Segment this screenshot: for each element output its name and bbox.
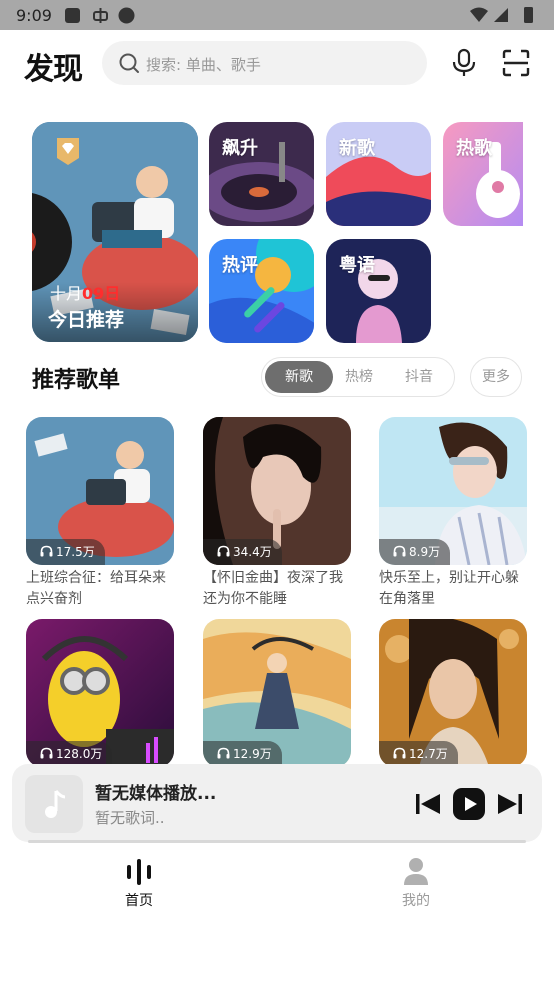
tab-douyin[interactable]: 抖音	[385, 361, 453, 393]
chart-tile-rising[interactable]: 飙升	[209, 122, 314, 226]
headphones-icon	[393, 545, 406, 557]
play-count-value: 128.0万	[56, 747, 103, 761]
playlist-card[interactable]: 8.9万 快乐至上，别让开心躲在角落里	[379, 417, 527, 610]
playlist-card[interactable]: 128.0万	[26, 619, 174, 767]
microphone-icon[interactable]	[450, 48, 478, 78]
search-icon	[119, 53, 139, 73]
chart-tile-new-songs[interactable]: 新歌	[326, 122, 431, 226]
tab-new-songs[interactable]: 新歌	[265, 361, 333, 393]
tile-label: 热评	[222, 255, 258, 276]
user-icon	[404, 858, 428, 885]
play-count-value: 12.9万	[233, 747, 272, 761]
tile-label: 热歌	[456, 138, 492, 159]
status-bar: 9:09	[0, 0, 554, 30]
notification-square-icon	[65, 8, 80, 23]
bug-icon	[93, 8, 108, 23]
daily-title: 今日推荐	[48, 309, 125, 331]
scan-icon[interactable]	[502, 49, 530, 77]
playlist-tab-group: 新歌 热榜 抖音	[261, 357, 455, 397]
tile-label: 飙升	[222, 138, 258, 159]
daily-date: 十月09日	[50, 280, 120, 304]
play-count-value: 12.7万	[409, 747, 448, 761]
search-placeholder: 搜索: 单曲、歌手	[146, 56, 261, 74]
headphones-icon	[393, 747, 406, 759]
music-note-icon	[45, 790, 66, 818]
playlist-card[interactable]: 17.5万 上班综合征：给耳朵来点兴奋剂	[26, 417, 174, 610]
equalizer-icon	[127, 859, 151, 885]
tile-label: 新歌	[339, 138, 375, 159]
headphones-icon	[40, 747, 53, 759]
mini-player[interactable]: 暂无媒体播放... 暂无歌词..	[12, 764, 542, 842]
playback-progress-bar[interactable]	[28, 840, 526, 843]
player-lyric: 暂无歌词..	[95, 809, 165, 827]
chart-tile-hot-comments[interactable]: 热评	[209, 239, 314, 343]
daily-date-day: 09日	[82, 284, 121, 303]
app-header: 发现 搜索: 单曲、歌手	[0, 30, 554, 100]
play-count-value: 17.5万	[56, 545, 95, 559]
playlist-cover: 34.4万	[203, 417, 351, 565]
status-time: 9:09	[16, 6, 52, 25]
circle-status-icon	[118, 7, 135, 24]
player-artwork	[25, 775, 83, 833]
nav-home[interactable]: 首页	[99, 856, 179, 910]
daily-date-month: 十月	[50, 284, 83, 303]
playlist-card[interactable]: 34.4万 【怀旧金曲】夜深了我还为你不能睡	[203, 417, 351, 610]
chart-tile-cantonese[interactable]: 粤语	[326, 239, 431, 343]
tab-hot-chart[interactable]: 热榜	[325, 361, 393, 393]
play-count-value: 8.9万	[409, 545, 441, 559]
nav-home-label: 首页	[125, 893, 153, 909]
nav-mine-label: 我的	[402, 893, 430, 909]
headphones-icon	[217, 747, 230, 759]
playlist-cover: 12.7万	[379, 619, 527, 767]
play-icon[interactable]	[453, 788, 485, 820]
play-count-value: 34.4万	[233, 545, 272, 559]
play-count: 8.9万	[379, 539, 451, 565]
playlist-name: 快乐至上，别让开心躲在角落里	[379, 570, 519, 607]
playlist-cover: 128.0万	[26, 619, 174, 767]
playlist-name: 【怀旧金曲】夜深了我还为你不能睡	[203, 570, 343, 607]
daily-recommend-card[interactable]: 十月09日 今日推荐	[32, 122, 198, 342]
play-count: 17.5万	[26, 539, 105, 565]
playlist-card[interactable]: 12.9万	[203, 619, 351, 767]
chart-tile-hot-songs[interactable]: 热歌	[443, 122, 523, 226]
headphones-icon	[40, 545, 53, 557]
playlist-name: 上班综合征：给耳朵来点兴奋剂	[26, 570, 166, 607]
section-title: 推荐歌单	[32, 368, 121, 393]
previous-icon[interactable]	[413, 789, 443, 819]
next-icon[interactable]	[495, 789, 525, 819]
tile-label: 粤语	[339, 255, 375, 276]
play-count: 34.4万	[203, 539, 282, 565]
page-title: 发现	[24, 52, 83, 87]
signal-battery-icon	[470, 7, 533, 23]
playlist-cover: 17.5万	[26, 417, 174, 565]
playlist-cover: 12.9万	[203, 619, 351, 767]
diamond-badge-icon	[57, 138, 79, 165]
more-button[interactable]: 更多	[470, 357, 522, 397]
player-title: 暂无媒体播放...	[95, 784, 217, 804]
playlist-cover: 8.9万	[379, 417, 527, 565]
search-input[interactable]: 搜索: 单曲、歌手	[102, 41, 427, 85]
playlist-card[interactable]: 12.7万	[379, 619, 527, 767]
nav-mine[interactable]: 我的	[376, 856, 456, 910]
headphones-icon	[217, 545, 230, 557]
